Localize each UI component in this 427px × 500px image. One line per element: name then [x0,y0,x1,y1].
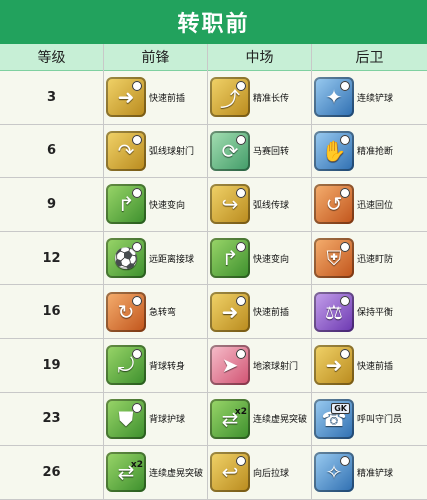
skill-cell[interactable]: ↺ 迅速回位 [314,178,393,231]
table-row: 3 ➜ 快速前插 ⤴ 精准长传 ✦ 连续铲球 [0,71,427,125]
skill-cell[interactable]: ➜ 快速前插 [106,71,185,124]
skill-label: 远距离接球 [149,254,195,265]
level-cell: 23 [42,411,61,427]
level-cell: 9 [46,196,57,212]
skill-label: 迅速盯防 [357,254,394,265]
long-receive-icon: ⚽ [106,238,146,279]
level-cell: 26 [42,464,61,480]
header-defense: 后卫 [355,50,384,66]
skill-cell[interactable]: ✦ 连续铲球 [314,71,393,124]
sprint-forward-icon: ➜ [210,291,250,332]
quick-return-icon: ↺ [314,184,354,225]
back-turn-icon: ⤾ [106,345,146,386]
skill-cell[interactable]: ⚽ 远距离接球 [106,232,194,285]
curve-shot-icon: ↷ [106,130,146,171]
steal-icon: ✋ [314,130,354,171]
skill-label: 背球护球 [149,415,186,426]
curve-pass-icon: ↪ [210,184,250,225]
level-cell: 16 [42,304,61,320]
skill-table: 转职前 等级 前锋 中场 后卫 3 ➜ 快速前插 ⤴ 精准长传 ✦ 连续铲球 6 ↷ 弧线球射门 ⟳… [0,0,427,500]
skill-tag: x2 [130,460,143,471]
skill-label: 连续虚晃突破 [253,415,308,426]
page-title: 转职前 [0,0,427,44]
sprint-forward-icon: ➜ [106,77,146,118]
skill-label: 连续铲球 [357,93,394,104]
skill-label: 连续虚晃突破 [149,468,204,479]
skill-cell[interactable]: ↱ 快速变向 [210,232,289,285]
long-pass-icon: ⤴ [210,77,250,118]
marseille-turn-icon: ⟳ [210,130,250,171]
skill-cell[interactable]: ⤴ 精准长传 [210,71,289,124]
table-row: 12 ⚽ 远距离接球 ↱ 快速变向 ⛨ 迅速盯防 [0,232,427,286]
level-cell: 6 [46,143,57,159]
skill-label: 保持平衡 [357,308,394,319]
skill-label: 背球转身 [149,361,186,372]
table-row: 26 ⇄ x2 连续虚晃突破 ↩ 向后拉球 ✧ 精准铲球 [0,446,427,500]
quick-turn-icon: ↱ [210,238,250,279]
skill-cell[interactable]: ➜ 快速前插 [314,339,393,392]
skill-label: 弧线传球 [253,200,290,211]
sharp-turn-icon: ↻ [106,291,146,332]
table-row: 6 ↷ 弧线球射门 ⟳ 马赛回转 ✋ 精准抢断 [0,125,427,179]
skill-cell[interactable]: ↻ 急转弯 [106,285,176,338]
skill-cell[interactable]: ✋ 精准抢断 [314,125,393,178]
skill-label: 精准铲球 [357,468,394,479]
skill-cell[interactable]: ↱ 快速变向 [106,178,185,231]
table-row: 9 ↱ 快速变向 ↪ 弧线传球 ↺ 迅速回位 [0,178,427,232]
skill-label: 快速变向 [149,200,186,211]
call-keeper-icon: ☎ GK [314,398,354,439]
skill-label: 快速前插 [149,93,186,104]
skill-label: 迅速回位 [357,200,394,211]
skill-cell[interactable]: ⛊ 背球护球 [106,393,185,446]
skill-label: 地滚球射门 [253,361,299,372]
level-cell: 3 [46,89,57,105]
skill-label: 马赛回转 [253,147,290,158]
skill-cell[interactable]: ➤ 地滚球射门 [210,339,298,392]
header-midfield: 中场 [245,50,274,66]
skill-label: 呼叫守门员 [357,415,403,426]
header-level: 等级 [37,50,66,66]
mark-icon: ⛨ [314,238,354,279]
ground-shot-icon: ➤ [210,345,250,386]
level-cell: 19 [42,357,61,373]
skill-label: 弧线球射门 [149,147,195,158]
shield-ball-icon: ⛊ [106,398,146,439]
drag-back-icon: ↩ [210,452,250,493]
sprint-forward-icon: ➜ [314,345,354,386]
table-header: 等级 前锋 中场 后卫 [0,44,427,71]
double-feint-icon: ⇄ x2 [210,398,250,439]
skill-cell[interactable]: ↩ 向后拉球 [210,446,289,499]
skill-cell[interactable]: ↪ 弧线传球 [210,178,289,231]
precise-tackle-icon: ✧ [314,452,354,493]
header-forward: 前锋 [141,50,170,66]
slide-tackle-icon: ✦ [314,77,354,118]
skill-label: 精准抢断 [357,147,394,158]
skill-cell[interactable]: ⇄ x2 连续虚晃突破 [210,393,307,446]
skill-cell[interactable]: ⟳ 马赛回转 [210,125,289,178]
skill-cell[interactable]: ☎ GK 呼叫守门员 [314,393,402,446]
skill-label: 快速前插 [253,308,290,319]
table-row: 16 ↻ 急转弯 ➜ 快速前插 ⚖ 保持平衡 [0,285,427,339]
skill-label: 向后拉球 [253,468,290,479]
skill-tag: x2 [234,406,247,417]
quick-turn-icon: ↱ [106,184,146,225]
skill-cell[interactable]: ↷ 弧线球射门 [106,125,194,178]
skill-cell[interactable]: ⇄ x2 连续虚晃突破 [106,446,203,499]
table-row: 23 ⛊ 背球护球 ⇄ x2 连续虚晃突破 ☎ GK 呼叫守门员 [0,393,427,447]
table-row: 19 ⤾ 背球转身 ➤ 地滚球射门 ➜ 快速前插 [0,339,427,393]
skill-label: 急转弯 [149,308,177,319]
skill-cell[interactable]: ➜ 快速前插 [210,285,289,338]
skill-cell[interactable]: ✧ 精准铲球 [314,446,393,499]
skill-cell[interactable]: ⛨ 迅速盯防 [314,232,393,285]
level-cell: 12 [42,250,61,266]
skill-cell[interactable]: ⤾ 背球转身 [106,339,185,392]
skill-tag: GK [331,402,350,414]
skill-label: 快速变向 [253,254,290,265]
skill-label: 快速前插 [357,361,394,372]
balance-icon: ⚖ [314,291,354,332]
double-feint-icon: ⇄ x2 [106,452,146,493]
skill-cell[interactable]: ⚖ 保持平衡 [314,285,393,338]
skill-label: 精准长传 [253,93,290,104]
